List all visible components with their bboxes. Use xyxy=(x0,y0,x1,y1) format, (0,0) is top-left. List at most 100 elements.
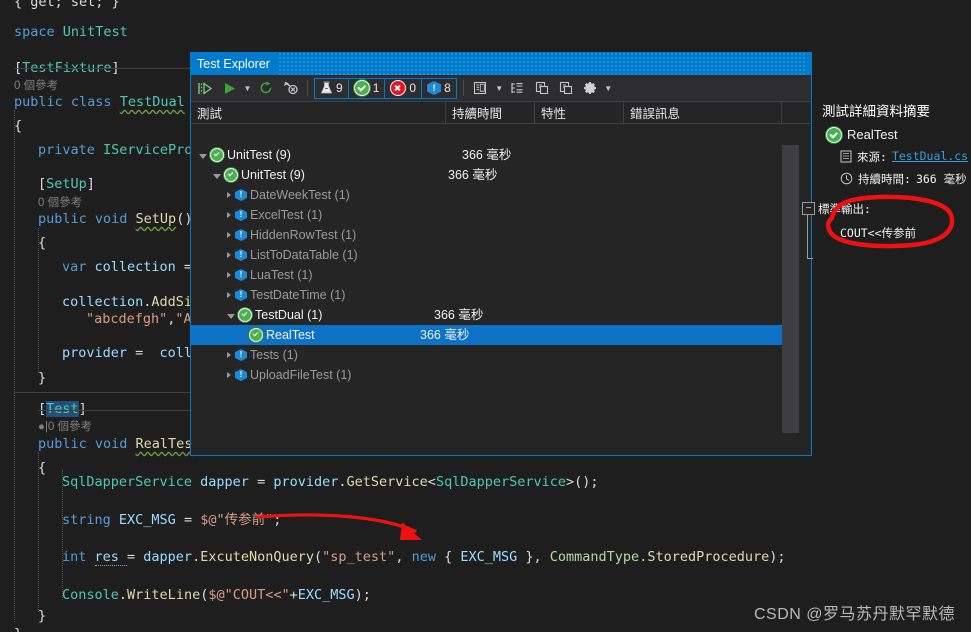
code-line-text: public class TestDual xyxy=(14,90,185,114)
settings-chevron-icon[interactable]: ▼ xyxy=(603,77,614,99)
code-token: StoredProcedure xyxy=(647,549,770,565)
code-token: EXC_MSG xyxy=(297,587,355,603)
code-line: string EXC_MSG = $@"传参前"; xyxy=(0,508,971,532)
titlebar-drag-dots xyxy=(277,53,805,75)
code-token: , xyxy=(395,549,412,565)
csdn-watermark: CSDN @罗马苏丹默罕默德 xyxy=(753,606,955,623)
test-explorer-window[interactable]: Test Explorer ▼ 9 1 0 ! 8 ▼ ▼ 測試 持續時間 特性… xyxy=(190,52,812,456)
detail-source-label: 來源: xyxy=(857,150,887,164)
test-explorer-splitter[interactable] xyxy=(795,145,799,433)
code-line: int res = dapper.ExcuteNonQuery("sp_test… xyxy=(0,545,971,569)
test-duration: 366 毫秒 xyxy=(420,328,470,342)
code-token: TestDual xyxy=(119,94,185,110)
warning-icon: ! xyxy=(235,289,247,301)
test-list-row[interactable]: UnitTest (9) 366 毫秒 xyxy=(191,165,798,185)
code-token: new xyxy=(411,549,445,565)
chevron-right-icon[interactable] xyxy=(227,192,231,198)
code-token: public xyxy=(38,436,95,452)
test-list-row[interactable]: RealTest 366 毫秒 xyxy=(191,325,798,345)
copy-all-icon[interactable] xyxy=(555,77,577,99)
toolbar-separator-2 xyxy=(462,80,464,96)
code-line-text: space UnitTest xyxy=(14,20,128,44)
test-explorer-titlebar[interactable]: Test Explorer xyxy=(191,53,811,75)
code-line: { get; set; } xyxy=(0,0,971,14)
run-tests-icon[interactable] xyxy=(218,77,240,99)
code-token: } xyxy=(14,626,22,632)
code-token: public xyxy=(38,211,95,227)
check-icon xyxy=(249,328,263,342)
chevron-right-icon[interactable] xyxy=(227,352,231,358)
detail-test-name-row: RealTest xyxy=(826,127,971,143)
test-list-row[interactable]: UnitTest (9) 366 毫秒 xyxy=(191,145,798,165)
code-line-text: int res = dapper.ExcuteNonQuery("sp_test… xyxy=(62,545,786,569)
playlist-icon[interactable] xyxy=(470,77,492,99)
chevron-right-icon[interactable] xyxy=(227,372,231,378)
detail-source-link[interactable]: TestDual.cs xyxy=(892,149,968,163)
chevron-right-icon[interactable] xyxy=(227,252,231,258)
code-line: SqlDapperService dapper = provider.GetSe… xyxy=(0,470,971,494)
test-list-row[interactable]: ! Tests (1) xyxy=(191,345,798,365)
test-list-row[interactable]: TestDual (1) 366 毫秒 xyxy=(191,305,798,325)
indent-guide xyxy=(62,470,63,600)
code-line-text: { xyxy=(38,231,46,255)
settings-gear-icon[interactable] xyxy=(579,77,601,99)
cancel-run-icon[interactable] xyxy=(279,77,301,99)
code-token: class xyxy=(70,94,120,110)
code-token: + xyxy=(289,587,298,603)
chevron-right-icon[interactable] xyxy=(227,292,231,298)
test-list-scrollbar[interactable] xyxy=(782,145,795,433)
column-header[interactable]: 特性 xyxy=(535,102,624,123)
chevron-down-icon[interactable] xyxy=(227,313,235,319)
code-token: { xyxy=(444,549,461,565)
test-name: LuaTest (1) xyxy=(250,268,313,282)
code-token: >(); xyxy=(565,474,599,490)
column-header[interactable]: 持續時間 xyxy=(446,102,535,123)
test-name: UploadFileTest (1) xyxy=(250,368,352,382)
chevron-down-icon[interactable] xyxy=(199,153,207,159)
code-token: "abcdefgh" xyxy=(86,311,168,327)
detail-pane-title: 測試詳細資料摘要 xyxy=(822,104,930,119)
test-list-row[interactable]: ! ListToDataTable (1) xyxy=(191,245,798,265)
test-list-row[interactable]: ! TestDateTime (1) xyxy=(191,285,798,305)
test-list[interactable]: UnitTest (9) 366 毫秒 UnitTest (9) 366 毫秒! Dat… xyxy=(191,145,798,433)
code-token: ); xyxy=(769,549,786,565)
stat-passed[interactable]: 1 xyxy=(349,78,386,98)
code-token: = xyxy=(183,512,201,528)
chevron-right-icon[interactable] xyxy=(227,272,231,278)
code-token: SqlDapperService xyxy=(62,474,201,490)
code-token: "sp_test" xyxy=(322,549,396,565)
code-line-text: public void SetUp() xyxy=(38,207,192,231)
test-detail-summary-pane[interactable]: 測試詳細資料摘要 RealTest 來源: TestDual.cs 持續時間: … xyxy=(802,100,971,430)
test-list-row[interactable]: ! ExcelTest (1) xyxy=(191,205,798,225)
chevron-right-icon[interactable] xyxy=(227,232,231,238)
stat-total[interactable]: 9 xyxy=(315,78,349,98)
column-header[interactable]: 測試 xyxy=(191,102,446,123)
run-dropdown-chevron-icon[interactable]: ▼ xyxy=(242,77,253,99)
run-all-tests-icon[interactable] xyxy=(194,77,216,99)
code-line-text: string EXC_MSG = $@"传参前"; xyxy=(62,508,281,532)
stat-notrun[interactable]: ! 8 xyxy=(422,79,456,98)
test-list-row[interactable]: ! HiddenRowTest (1) xyxy=(191,225,798,245)
chevron-right-icon[interactable] xyxy=(227,212,231,218)
flask-icon xyxy=(320,81,333,94)
stat-failed[interactable]: 0 xyxy=(385,78,423,98)
column-header[interactable]: 錯誤訊息 xyxy=(624,102,782,123)
test-list-row[interactable]: ! UploadFileTest (1) xyxy=(191,365,798,385)
warning-icon: ! xyxy=(427,81,442,95)
test-list-row[interactable]: ! LuaTest (1) xyxy=(191,265,798,285)
test-explorer-toolbar[interactable]: ▼ 9 1 0 ! 8 ▼ ▼ xyxy=(191,75,811,102)
stdout-collapse-toggle[interactable]: − xyxy=(802,202,815,215)
repeat-last-run-icon[interactable] xyxy=(255,77,277,99)
code-token: $@"传参前" xyxy=(200,512,274,528)
copy-icon[interactable] xyxy=(531,77,553,99)
playlist-chevron-icon[interactable]: ▼ xyxy=(494,77,505,99)
chevron-down-icon[interactable] xyxy=(213,173,221,179)
detail-test-name: RealTest xyxy=(847,127,898,142)
test-list-row[interactable]: ! DateWeekTest (1) xyxy=(191,185,798,205)
code-token: provider xyxy=(62,345,136,361)
code-token: = xyxy=(135,345,160,361)
detail-source-row: 來源: TestDual.cs xyxy=(840,149,971,165)
code-token: provider xyxy=(273,474,339,490)
group-by-icon[interactable] xyxy=(507,77,529,99)
code-line-text: } xyxy=(38,366,46,390)
